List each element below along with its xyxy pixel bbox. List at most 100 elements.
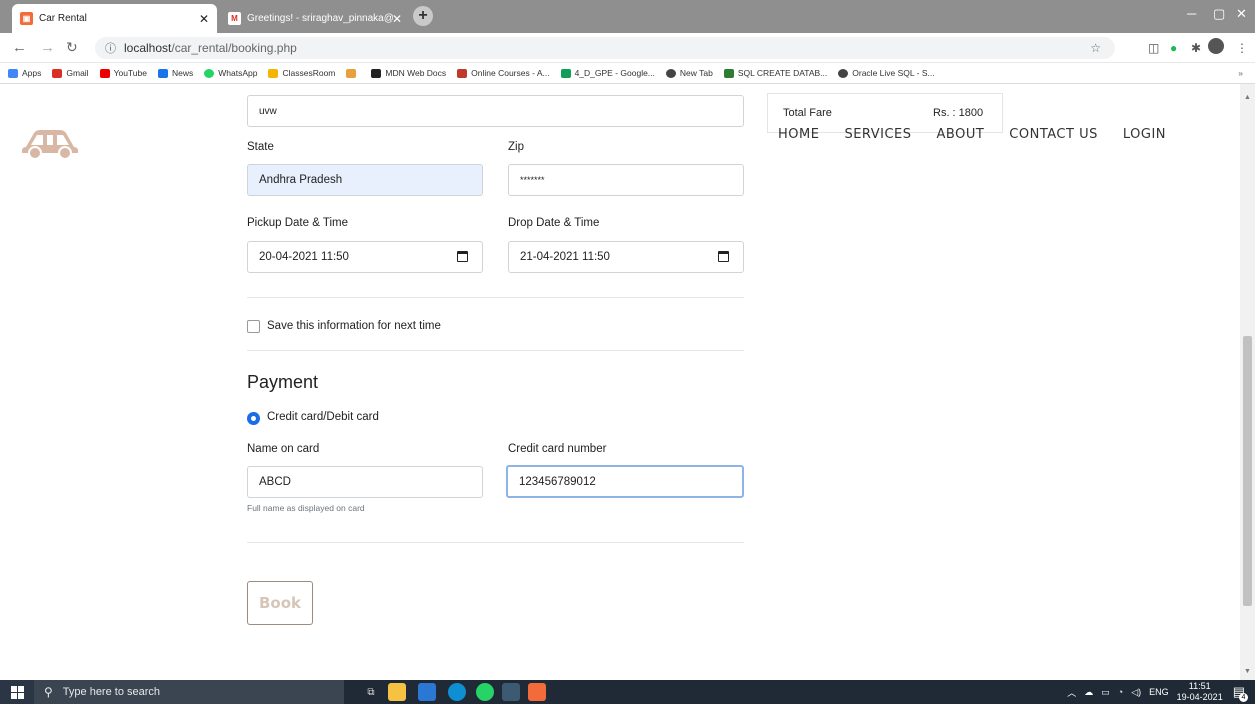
globe-icon (665, 68, 676, 78)
bookmark-oracle[interactable]: Oracle Live SQL - S... (838, 68, 935, 78)
credit-card-number-input[interactable]: 123456789012 (506, 465, 744, 498)
taskbar-search-placeholder: Type here to search (62, 686, 161, 698)
bookmark-unlabeled[interactable] (346, 68, 360, 78)
search-icon: ⚲ (44, 685, 53, 699)
file-explorer-icon[interactable] (388, 683, 406, 701)
url-path: /car_rental/booking.php (171, 41, 297, 55)
pickup-label: Pickup Date & Time (247, 217, 348, 229)
book-button[interactable]: Book (247, 581, 313, 625)
credit-card-radio[interactable] (247, 412, 260, 425)
language-indicator[interactable]: ENG (1149, 687, 1169, 697)
new-tab-button[interactable]: + (413, 6, 433, 26)
clock-date: 19-04-2021 (1176, 692, 1223, 702)
url-host: localhost (124, 41, 172, 55)
extensions-puzzle-icon[interactable]: ✱ (1191, 41, 1201, 55)
browser-tabbar: ▣ Car Rental ✕ M Greetings! - sriraghav_… (0, 0, 1255, 33)
onedrive-icon[interactable]: ☁ (1084, 687, 1093, 698)
tab-title: Car Rental (39, 13, 87, 24)
bookmark-mdn[interactable]: MDN Web Docs (371, 68, 446, 78)
scrollbar-thumb[interactable] (1243, 336, 1252, 606)
drop-value: 21-04-2021 11:50 (520, 251, 610, 263)
calendar-icon[interactable] (457, 251, 468, 262)
task-view-icon[interactable]: ⧉ (362, 683, 380, 701)
news-icon (157, 68, 168, 78)
more-bookmarks-icon[interactable]: » (1238, 68, 1243, 78)
calendar-icon[interactable] (718, 251, 729, 262)
divider (247, 542, 744, 543)
youtube-icon (99, 68, 110, 78)
nav-home[interactable]: HOME (778, 127, 819, 142)
whatsapp-icon (204, 68, 215, 78)
address-bar[interactable]: ⓘ localhost/car_rental/booking.php ☆ (95, 37, 1115, 59)
car-logo-icon[interactable] (20, 127, 80, 162)
zip-input[interactable]: ******* (508, 164, 744, 196)
gmail-favicon-icon: M (228, 12, 241, 25)
credit-card-radio-label[interactable]: Credit card/Debit card (267, 411, 379, 423)
scroll-down-icon[interactable]: ▼ (1244, 668, 1251, 675)
save-info-checkbox[interactable] (247, 320, 260, 333)
drop-datetime-input[interactable]: 21-04-2021 11:50 (508, 241, 744, 273)
wifi-icon[interactable]: ◔ (1118, 687, 1123, 697)
close-tab-icon[interactable]: ✕ (392, 12, 402, 26)
state-input[interactable]: Andhra Pradesh (247, 164, 483, 196)
nav-login[interactable]: LOGIN (1123, 127, 1166, 142)
menu-kebab-icon[interactable]: ⋮ (1236, 41, 1248, 55)
system-tray: ︿ ☁ ▭ ◔ ◁) ENG 11:51 19-04-2021 ▤ 4 (1067, 680, 1248, 704)
forward-icon[interactable]: → (40, 39, 55, 56)
volume-icon[interactable]: ◁) (1131, 687, 1141, 698)
info-icon[interactable]: ⓘ (105, 40, 116, 56)
total-fare-amount: Rs. : 1800 (933, 107, 984, 119)
clock-time: 11:51 (1188, 681, 1211, 691)
minimize-icon[interactable]: ─ (1187, 6, 1196, 21)
bookmark-classesroom[interactable]: ClassesRoom (268, 68, 335, 78)
profile-avatar[interactable] (1208, 38, 1224, 54)
bookmark-sql[interactable]: SQL CREATE DATAB... (723, 68, 827, 78)
taskbar-search[interactable]: ⚲ Type here to search (34, 680, 344, 704)
bookmark-google-drive[interactable]: 4_D_GPE - Google... (560, 68, 655, 78)
battery-icon[interactable]: ▭ (1101, 687, 1110, 698)
bookmark-star-icon[interactable]: ☆ (1090, 41, 1101, 55)
extension-pocket-icon[interactable]: ◫ (1148, 41, 1159, 55)
xampp-icon[interactable] (528, 683, 546, 701)
pickup-datetime-input[interactable]: 20-04-2021 11:50 (247, 241, 483, 273)
nav-contact-us[interactable]: CONTACT US (1009, 127, 1098, 142)
extension-grammarly-icon[interactable]: ● (1170, 41, 1177, 55)
browser-toolbar: ← → ↻ ⓘ localhost/car_rental/booking.php… (0, 33, 1255, 63)
notifications-icon[interactable]: ▤ 4 (1233, 684, 1248, 702)
gmail-icon (52, 68, 63, 78)
close-window-icon[interactable]: ✕ (1236, 6, 1247, 22)
scroll-up-icon[interactable]: ▲ (1244, 94, 1251, 101)
bookmark-whatsapp[interactable]: WhatsApp (204, 68, 257, 78)
tab-car-rental[interactable]: ▣ Car Rental ✕ (12, 4, 217, 33)
classroom-icon (268, 68, 279, 78)
state-label: State (247, 141, 274, 153)
back-icon[interactable]: ← (12, 39, 27, 56)
bookmark-online-courses[interactable]: Online Courses - A... (457, 68, 550, 78)
close-tab-icon[interactable]: ✕ (199, 12, 209, 26)
courses-icon (457, 68, 468, 78)
maximize-icon[interactable]: ▢ (1213, 6, 1225, 22)
whatsapp-icon[interactable] (476, 683, 494, 701)
edge-icon[interactable] (448, 683, 466, 701)
reload-icon[interactable]: ↻ (66, 39, 78, 56)
bookmark-apps[interactable]: Apps (8, 68, 41, 78)
divider (247, 350, 744, 351)
bookmark-new-tab[interactable]: New Tab (665, 68, 713, 78)
credit-card-number-label: Credit card number (508, 443, 607, 455)
save-info-label[interactable]: Save this information for next time (267, 320, 441, 332)
bookmark-youtube[interactable]: YouTube (99, 68, 147, 78)
name-on-card-input[interactable]: ABCD (247, 466, 483, 498)
windows-start-icon[interactable] (0, 680, 34, 704)
tab-gmail[interactable]: M Greetings! - sriraghav_pinnaka@ ✕ (220, 4, 410, 33)
name-on-card-label: Name on card (247, 443, 320, 455)
nav-about[interactable]: ABOUT (937, 127, 985, 142)
nav-services[interactable]: SERVICES (844, 127, 911, 142)
show-hidden-icons-icon[interactable]: ︿ (1067, 686, 1076, 699)
page-scrollbar[interactable]: ▲ ▼ (1240, 84, 1255, 680)
store-icon[interactable] (418, 683, 436, 701)
chrome-icon[interactable] (502, 683, 520, 701)
clock[interactable]: 11:51 19-04-2021 (1177, 681, 1223, 703)
bookmark-gmail[interactable]: Gmail (52, 68, 89, 78)
address2-input[interactable]: uvw (247, 95, 744, 127)
bookmark-news[interactable]: News (157, 68, 193, 78)
